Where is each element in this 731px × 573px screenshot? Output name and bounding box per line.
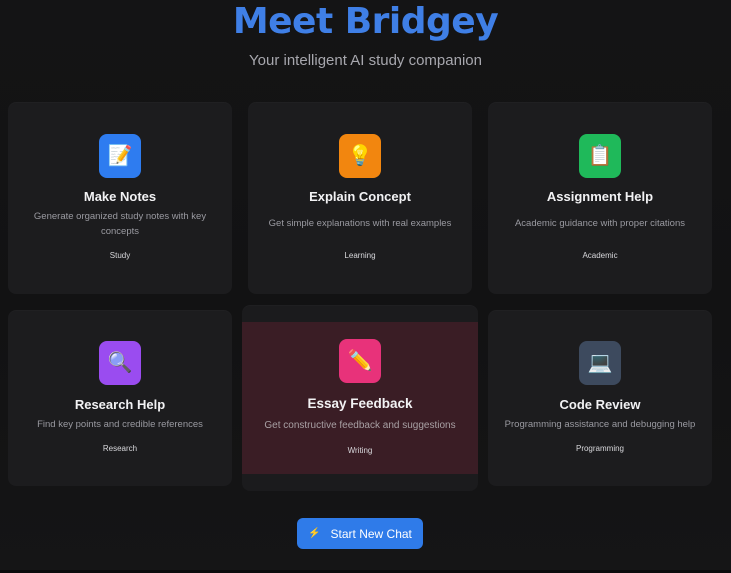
card-tag: Research xyxy=(102,444,138,453)
card-title: Essay Feedback xyxy=(307,396,413,411)
card-explain-concept[interactable]: 💡 Explain Concept Get simple explanation… xyxy=(248,102,472,294)
card-title: Explain Concept xyxy=(309,189,411,204)
card-tag: Programming xyxy=(575,444,624,453)
card-description: Get simple explanations with real exampl… xyxy=(268,218,452,229)
lightbulb-icon: 💡 xyxy=(339,134,381,178)
card-tag: Study xyxy=(109,251,131,260)
page-subtitle: Your intelligent AI study companion xyxy=(249,52,482,69)
card-code-review[interactable]: 💻 Code Review Programming assistance and… xyxy=(488,310,712,486)
card-title: Research Help xyxy=(74,397,166,412)
card-description: Get constructive feedback and suggestion… xyxy=(264,420,456,431)
clipboard-icon: 📋 xyxy=(579,134,621,178)
start-new-chat-button[interactable]: ⚡ Start New Chat xyxy=(297,518,423,549)
page-title: Meet Bridgey xyxy=(232,1,499,42)
card-description: Programming assistance and debugging hel… xyxy=(504,419,696,430)
card-research-help[interactable]: 🔍 Research Help Find key points and cred… xyxy=(8,310,232,486)
bolt-icon: ⚡ xyxy=(308,528,321,539)
pencil-icon: ✏️ xyxy=(339,339,381,383)
card-title: Code Review xyxy=(559,397,641,412)
card-assignment-help[interactable]: 📋 Assignment Help Academic guidance with… xyxy=(488,102,712,294)
card-description: Generate organized study notes with key … xyxy=(33,211,207,237)
card-title: Assignment Help xyxy=(546,189,654,204)
card-make-notes[interactable]: 📝 Make Notes Generate organized study no… xyxy=(8,102,232,294)
laptop-icon: 💻 xyxy=(579,341,621,385)
card-description: Academic guidance with proper citations xyxy=(514,218,686,229)
card-tag: Learning xyxy=(344,251,376,260)
card-tag: Academic xyxy=(582,251,618,260)
card-title: Make Notes xyxy=(83,189,157,204)
start-new-chat-label: Start New Chat xyxy=(330,526,412,541)
card-description: Find key points and credible references xyxy=(37,419,203,430)
magnifier-icon: 🔍 xyxy=(99,341,141,385)
notes-icon: 📝 xyxy=(99,134,141,178)
card-tag: Writing xyxy=(347,446,373,455)
card-essay-feedback[interactable]: ✏️ Essay Feedback Get constructive feedb… xyxy=(242,305,478,491)
